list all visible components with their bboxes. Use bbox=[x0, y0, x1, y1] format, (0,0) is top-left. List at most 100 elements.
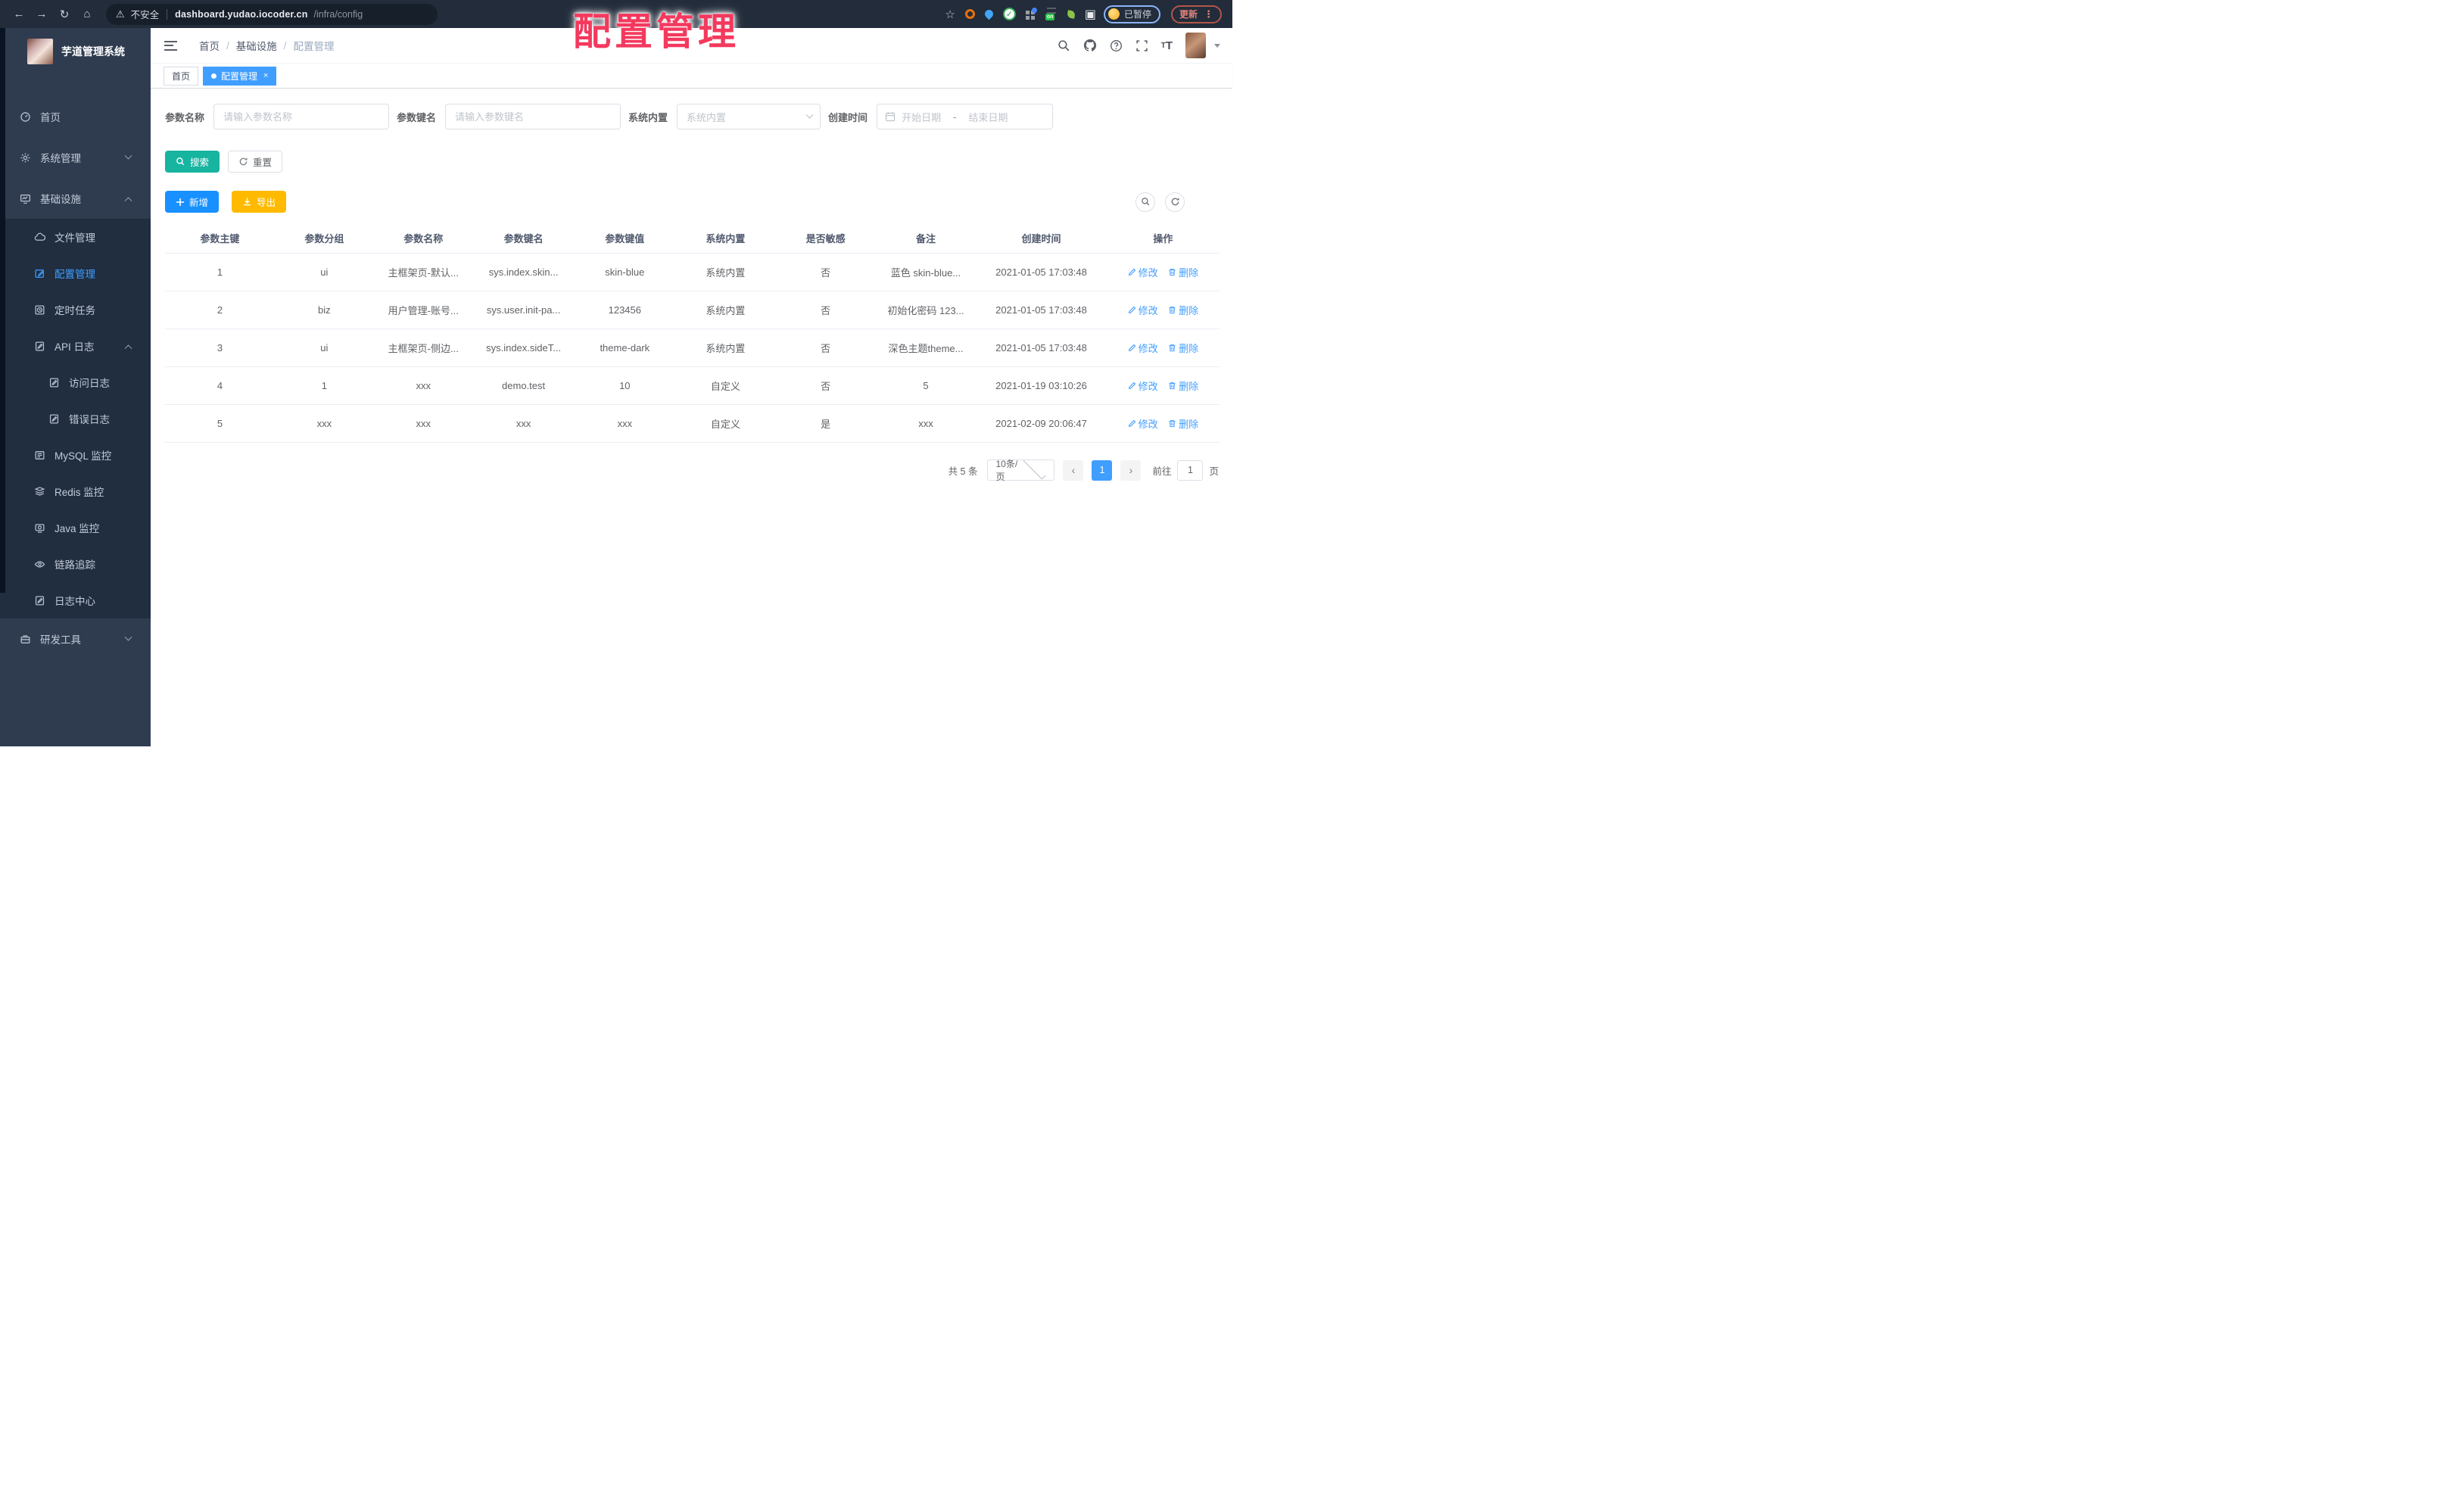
column-header: 系统内置 bbox=[675, 225, 776, 254]
cell-key: sys.user.init-pa... bbox=[472, 291, 575, 329]
page-unit-label: 页 bbox=[1209, 466, 1219, 477]
prev-page-button[interactable]: ‹ bbox=[1063, 459, 1084, 481]
edit-link[interactable]: 修改 bbox=[1128, 416, 1158, 431]
sidebar-menu-item[interactable]: 定时任务 bbox=[0, 291, 151, 328]
menu-item-icon bbox=[20, 111, 31, 123]
sidebar-menu-item[interactable]: 配置管理 bbox=[0, 255, 151, 291]
github-icon[interactable] bbox=[1083, 39, 1097, 52]
cell-group: biz bbox=[274, 291, 374, 329]
extension-grid-drop-icon[interactable] bbox=[1025, 6, 1039, 20]
delete-link[interactable]: 删除 bbox=[1168, 416, 1198, 431]
builtin-select[interactable]: 系统内置 bbox=[677, 104, 821, 129]
menu-item-icon bbox=[20, 634, 31, 645]
table-row: 1 ui 主框架页-默认... sys.index.skin... skin-b… bbox=[165, 253, 1220, 291]
sidebar-menu-item[interactable]: 首页 bbox=[0, 96, 151, 137]
column-header: 备注 bbox=[875, 225, 977, 254]
user-avatar[interactable] bbox=[1185, 33, 1206, 58]
sidebar-menu-item[interactable]: API 日志 bbox=[0, 328, 151, 364]
sidebar-menu-item[interactable]: 错误日志 bbox=[0, 400, 151, 437]
fullscreen-icon[interactable] bbox=[1135, 39, 1148, 52]
search-button[interactable]: 搜索 bbox=[165, 151, 220, 173]
bookmark-star-icon[interactable]: ☆ bbox=[945, 8, 955, 21]
sidebar-menu-item[interactable]: 日志中心 bbox=[0, 582, 151, 618]
edit-link[interactable]: 修改 bbox=[1128, 341, 1158, 355]
export-button[interactable]: 导出 bbox=[232, 191, 287, 213]
browser-forward-button[interactable]: → bbox=[32, 5, 51, 24]
menu-item-label: Java 监控 bbox=[55, 523, 100, 534]
delete-link[interactable]: 删除 bbox=[1168, 378, 1198, 393]
sidebar-menu-item[interactable]: 研发工具 bbox=[0, 618, 151, 659]
user-menu-caret-icon[interactable] bbox=[1214, 43, 1220, 48]
paused-badge[interactable]: 已暂停 bbox=[1103, 5, 1160, 23]
menu-item-label: 研发工具 bbox=[40, 634, 81, 646]
extension-green-check-icon[interactable]: ✓ bbox=[1002, 8, 1016, 20]
delete-link[interactable]: 删除 bbox=[1168, 341, 1198, 355]
refresh-table-button[interactable] bbox=[1165, 192, 1185, 212]
sidebar-menu-item[interactable]: 系统管理 bbox=[0, 137, 151, 178]
cell-remark: 5 bbox=[875, 366, 977, 405]
param-name-input[interactable] bbox=[213, 104, 390, 129]
cell-group: xxx bbox=[274, 404, 374, 443]
reset-button[interactable]: 重置 bbox=[228, 151, 283, 173]
breadcrumb-home[interactable]: 首页 bbox=[199, 38, 220, 53]
next-page-button[interactable]: › bbox=[1120, 459, 1142, 481]
extension-orange-ring-icon[interactable] bbox=[964, 9, 975, 19]
browser-home-button[interactable]: ⌂ bbox=[77, 5, 97, 24]
extension-blue-pin-icon[interactable] bbox=[983, 8, 995, 20]
browser-reload-button[interactable]: ↻ bbox=[55, 5, 74, 24]
menu-item-icon bbox=[34, 304, 45, 316]
param-key-input[interactable] bbox=[445, 104, 621, 129]
tab-config-active[interactable]: 配置管理 × bbox=[203, 66, 277, 86]
sidebar-menu-item[interactable]: Java 监控 bbox=[0, 509, 151, 546]
page-1-button[interactable]: 1 bbox=[1092, 459, 1113, 481]
extension-on-badge-icon[interactable]: on bbox=[1045, 8, 1058, 20]
collapse-sidebar-icon[interactable] bbox=[163, 34, 188, 57]
browser-menu-kebab-icon[interactable]: ⋮ bbox=[1204, 8, 1213, 20]
edit-link[interactable]: 修改 bbox=[1128, 303, 1158, 317]
page-title-overlay: 配置管理 bbox=[573, 11, 740, 53]
sidebar: 芋道管理系统 首页 系统管理 基础设施 文件管理 配置管理 定时任务 API 日… bbox=[0, 28, 151, 746]
sidebar-logo[interactable]: 芋道管理系统 bbox=[0, 28, 151, 66]
toggle-search-button[interactable] bbox=[1135, 192, 1155, 212]
column-header: 创建时间 bbox=[976, 225, 1107, 254]
close-tab-icon[interactable]: × bbox=[263, 71, 268, 80]
search-icon[interactable] bbox=[1058, 39, 1070, 52]
chevron-arrow-icon bbox=[124, 196, 132, 204]
column-header: 参数分组 bbox=[274, 225, 374, 254]
sidebar-menu-item[interactable]: Redis 监控 bbox=[0, 473, 151, 509]
menu-item-label: 错误日志 bbox=[69, 414, 110, 425]
extensions-puzzle-icon[interactable]: ▣ bbox=[1085, 7, 1096, 22]
help-icon[interactable] bbox=[1110, 39, 1123, 52]
sidebar-menu-item[interactable]: MySQL 监控 bbox=[0, 437, 151, 473]
goto-page-input[interactable] bbox=[1177, 459, 1204, 481]
page-size-select[interactable]: 10条/页 bbox=[987, 456, 1055, 482]
refresh-icon bbox=[239, 157, 248, 166]
delete-link[interactable]: 删除 bbox=[1168, 265, 1198, 279]
pagination: 共 5 条 10条/页 ‹ 1 › 前往 页 bbox=[165, 456, 1220, 482]
delete-link[interactable]: 删除 bbox=[1168, 303, 1198, 317]
emoji-face-icon bbox=[1107, 8, 1120, 20]
browser-update-button[interactable]: 更新 ⋮ bbox=[1170, 5, 1222, 23]
date-range-picker[interactable]: 开始日期 - 结束日期 bbox=[877, 104, 1054, 129]
menu-item-icon bbox=[34, 232, 45, 243]
download-icon bbox=[244, 198, 251, 206]
add-button[interactable]: 新增 bbox=[165, 191, 220, 213]
font-size-icon[interactable]: TT bbox=[1161, 39, 1173, 52]
param-key-label: 参数键名 bbox=[397, 111, 437, 123]
sidebar-menu-item[interactable]: 基础设施 bbox=[0, 178, 151, 219]
menu-item-icon bbox=[34, 486, 45, 497]
sidebar-menu-item[interactable]: 链路追踪 bbox=[0, 546, 151, 582]
sidebar-menu-item[interactable]: 文件管理 bbox=[0, 219, 151, 255]
sidebar-menu-item[interactable]: 访问日志 bbox=[0, 364, 151, 400]
column-header: 是否敏感 bbox=[775, 225, 876, 254]
cell-value: xxx bbox=[574, 404, 676, 443]
edit-link[interactable]: 修改 bbox=[1128, 378, 1158, 393]
chevron-arrow-icon bbox=[124, 151, 132, 160]
extension-leaf-icon[interactable] bbox=[1067, 9, 1076, 19]
edit-link[interactable]: 修改 bbox=[1128, 265, 1158, 279]
address-bar[interactable]: ⚠ 不安全 dashboard.yudao.iocoder.cn /infra/… bbox=[106, 3, 438, 25]
tab-home[interactable]: 首页 bbox=[164, 66, 199, 86]
cell-id: 3 bbox=[165, 329, 275, 367]
browser-back-button[interactable]: ← bbox=[9, 5, 29, 24]
breadcrumb-infra[interactable]: 基础设施 bbox=[236, 38, 277, 53]
